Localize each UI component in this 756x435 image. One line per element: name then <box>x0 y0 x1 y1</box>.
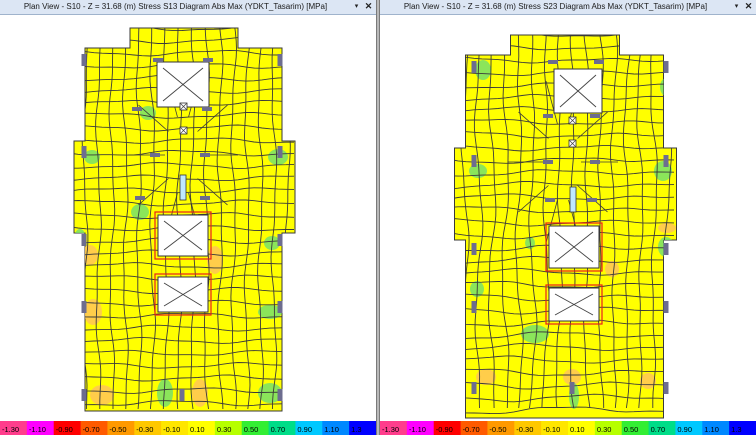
column <box>132 107 142 111</box>
column <box>81 146 87 158</box>
right-scale-graphic: -1.30 -1.10 -0.90 -0.70 -0.50 -0.30 -0.10 0.10 0… <box>380 421 756 435</box>
column <box>277 146 283 158</box>
left-scale-graphic: -1.30 -1.10 -0.90 -0.70 -0.50 -0.30 -0.10 0.10 0… <box>0 421 376 435</box>
scale-label: -0.10 <box>163 425 180 434</box>
column <box>471 301 477 313</box>
scale-label: 0.50 <box>624 425 639 434</box>
scale-label: -0.70 <box>463 425 480 434</box>
column <box>663 382 669 394</box>
slender-shaft <box>569 186 577 213</box>
scale-label: 0.90 <box>677 425 692 434</box>
scale-label: 0.10 <box>190 425 205 434</box>
column <box>587 198 597 202</box>
scale-label: -1.30 <box>382 425 399 434</box>
scale-label: 0.70 <box>651 425 666 434</box>
column <box>471 61 477 73</box>
scale-label: 0.30 <box>217 425 232 434</box>
stress-hotspot <box>658 223 676 233</box>
left-view-title: Plan View - S10 - Z = 31.68 (m) Stress S… <box>23 2 328 11</box>
column <box>548 60 558 64</box>
close-icon[interactable]: ✕ <box>363 1 374 12</box>
scale-label: 0.90 <box>297 425 312 434</box>
column <box>202 107 212 111</box>
stress-hotspot <box>90 385 114 405</box>
column <box>81 54 87 66</box>
scale-label: 1.3 <box>731 425 741 434</box>
scale-label: -0.50 <box>109 425 126 434</box>
scale-label: 1.10 <box>324 425 339 434</box>
scale-label: 1.3 <box>351 425 361 434</box>
stress-hotspot <box>521 325 549 343</box>
right-view-titlebar: Plan View - S10 - Z = 31.68 (m) Stress S… <box>380 0 756 15</box>
left-stress-color-scale: -1.30 -1.10 -0.90 -0.70 -0.50 -0.30 -0.10 0.10 0… <box>0 421 376 435</box>
column <box>590 114 600 118</box>
column <box>471 155 477 167</box>
column <box>277 301 283 313</box>
chevron-down-icon[interactable]: ▾ <box>731 1 742 12</box>
column <box>203 58 213 62</box>
scale-label: -1.10 <box>409 425 426 434</box>
scale-label: 0.30 <box>597 425 612 434</box>
scale-label: -0.90 <box>56 425 73 434</box>
scale-label: 0.70 <box>271 425 286 434</box>
stress-hotspot <box>660 77 676 97</box>
right-plan-view-window: Plan View - S10 - Z = 31.68 (m) Stress S… <box>379 0 756 435</box>
column <box>153 58 163 62</box>
column <box>135 196 145 200</box>
column <box>594 60 604 64</box>
column <box>663 155 669 167</box>
column <box>81 301 87 313</box>
right-plan-view-canvas[interactable] <box>380 15 756 421</box>
scale-label: -0.90 <box>436 425 453 434</box>
column <box>277 389 283 401</box>
column <box>200 153 210 157</box>
column <box>663 243 669 255</box>
right-stress-color-scale: -1.30 -1.10 -0.90 -0.70 -0.50 -0.30 -0.10 0.10 0… <box>380 421 756 435</box>
column <box>545 198 555 202</box>
chevron-down-icon[interactable]: ▾ <box>351 1 362 12</box>
column <box>81 389 87 401</box>
column <box>277 234 283 246</box>
column <box>569 382 575 394</box>
column <box>543 160 553 164</box>
column <box>277 54 283 66</box>
column <box>543 114 553 118</box>
scale-label: -0.30 <box>136 425 153 434</box>
column <box>179 389 185 401</box>
column <box>200 196 210 200</box>
stress-hotspot <box>82 245 98 265</box>
scale-label: -0.10 <box>543 425 560 434</box>
slender-shaft <box>179 174 187 201</box>
column <box>81 234 87 246</box>
column <box>471 382 477 394</box>
column <box>471 243 477 255</box>
scale-label: -0.70 <box>83 425 100 434</box>
scale-label: -1.10 <box>29 425 46 434</box>
right-view-title: Plan View - S10 - Z = 31.68 (m) Stress S… <box>403 2 708 11</box>
scale-label: -1.30 <box>2 425 19 434</box>
right-slab-stress-plot <box>454 34 677 419</box>
close-icon[interactable]: ✕ <box>743 1 754 12</box>
scale-label: 0.50 <box>244 425 259 434</box>
column <box>590 160 600 164</box>
column <box>663 61 669 73</box>
scale-label: 0.10 <box>570 425 585 434</box>
scale-label: -0.30 <box>516 425 533 434</box>
column <box>663 301 669 313</box>
stress-hotspot <box>475 60 491 80</box>
left-plan-view-canvas[interactable] <box>0 15 376 421</box>
column <box>150 153 160 157</box>
left-view-titlebar: Plan View - S10 - Z = 31.68 (m) Stress S… <box>0 0 376 15</box>
scale-label: -0.50 <box>489 425 506 434</box>
left-plan-view-window: Plan View - S10 - Z = 31.68 (m) Stress S… <box>0 0 377 435</box>
scale-label: 1.10 <box>704 425 719 434</box>
left-slab-stress-plot <box>73 27 296 412</box>
